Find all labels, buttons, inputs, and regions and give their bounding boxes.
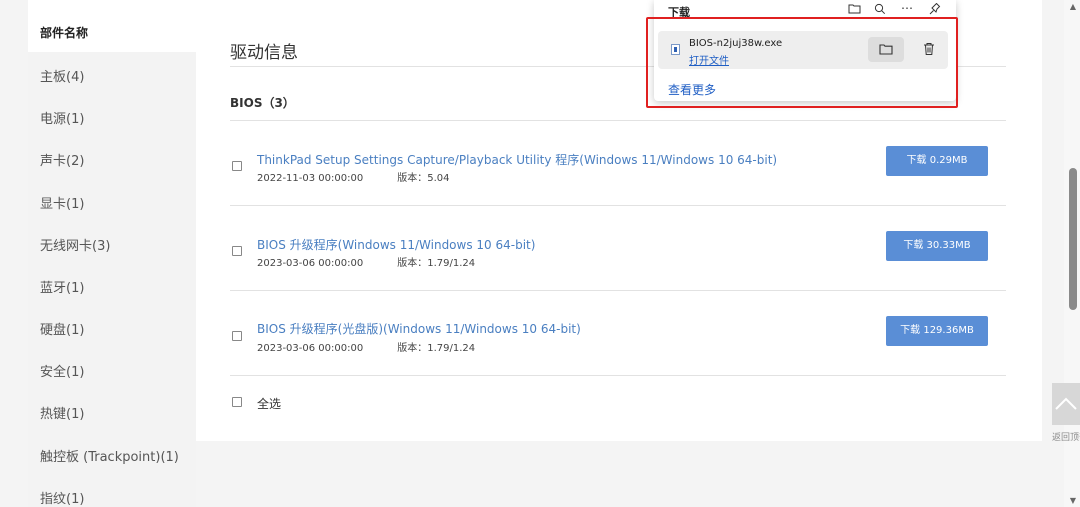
- divider: [230, 120, 1006, 121]
- divider: [230, 290, 1006, 291]
- back-to-top-label[interactable]: 返回顶部: [1052, 430, 1080, 443]
- scroll-thumb[interactable]: [1069, 168, 1077, 310]
- driver-version: 版本：1.79/1.24: [397, 258, 476, 269]
- divider: [230, 375, 1006, 376]
- sidebar-header-label: 部件名称: [40, 26, 89, 40]
- driver-meta: 2022-11-03 00:00:00 版本：5.04: [257, 169, 449, 184]
- driver-version: 版本：1.79/1.24: [397, 343, 476, 354]
- sidebar-item-fingerprint[interactable]: 指纹(1): [40, 488, 84, 507]
- sidebar-item-disk[interactable]: 硬盘(1): [40, 319, 84, 338]
- folder-icon[interactable]: [848, 3, 861, 17]
- driver-title[interactable]: ThinkPad Setup Settings Capture/Playback…: [257, 151, 777, 168]
- driver-checkbox[interactable]: [232, 246, 242, 256]
- sidebar-item-power[interactable]: 电源(1): [40, 108, 84, 127]
- divider: [230, 205, 1006, 206]
- sidebar-item-mainboard[interactable]: 主板(4): [40, 66, 84, 85]
- driver-checkbox[interactable]: [232, 331, 242, 341]
- driver-version: 版本：5.04: [397, 173, 450, 184]
- driver-title[interactable]: BIOS 升级程序(Windows 11/Windows 10 64-bit): [257, 236, 535, 253]
- section-title: BIOS（3）: [230, 96, 295, 110]
- driver-date: 2022-11-03 00:00:00: [257, 173, 364, 184]
- driver-date: 2023-03-06 00:00:00: [257, 258, 364, 269]
- select-all-label[interactable]: 全选: [257, 395, 281, 412]
- back-to-top-button[interactable]: [1052, 383, 1080, 425]
- driver-meta: 2023-03-06 00:00:00 版本：1.79/1.24: [257, 254, 475, 269]
- download-button[interactable]: 下载 129.36MB: [886, 316, 988, 346]
- sidebar-item-hotkey[interactable]: 热键(1): [40, 403, 84, 422]
- sidebar-item-audio[interactable]: 声卡(2): [40, 150, 84, 169]
- sidebar: 部件名称 主板(4) 电源(1) 声卡(2) 显卡(1) 无线网卡(3) 蓝牙(…: [28, 0, 196, 507]
- sidebar-item-bluetooth[interactable]: 蓝牙(1): [40, 277, 84, 296]
- driver-checkbox[interactable]: [232, 161, 242, 171]
- driver-meta: 2023-03-06 00:00:00 版本：1.79/1.24: [257, 339, 475, 354]
- select-all-checkbox[interactable]: [232, 397, 242, 407]
- download-button[interactable]: 下载 30.33MB: [886, 231, 988, 261]
- driver-date: 2023-03-06 00:00:00: [257, 343, 364, 354]
- sidebar-item-wireless[interactable]: 无线网卡(3): [40, 235, 110, 254]
- sidebar-header: 部件名称: [28, 0, 196, 52]
- sidebar-item-trackpoint[interactable]: 触控板 (Trackpoint)(1): [40, 446, 179, 465]
- scroll-up-icon[interactable]: ▲: [1070, 2, 1076, 11]
- sidebar-item-security[interactable]: 安全(1): [40, 361, 84, 380]
- scroll-down-icon[interactable]: ▼: [1070, 496, 1076, 505]
- driver-title[interactable]: BIOS 升级程序(光盘版)(Windows 11/Windows 10 64-…: [257, 320, 581, 337]
- more-icon[interactable]: ⋯: [901, 1, 913, 15]
- page-title: 驱动信息: [230, 43, 298, 63]
- search-icon[interactable]: [874, 3, 886, 18]
- highlight-box: [646, 17, 958, 108]
- sidebar-item-graphics[interactable]: 显卡(1): [40, 193, 84, 212]
- download-button[interactable]: 下载 0.29MB: [886, 146, 988, 176]
